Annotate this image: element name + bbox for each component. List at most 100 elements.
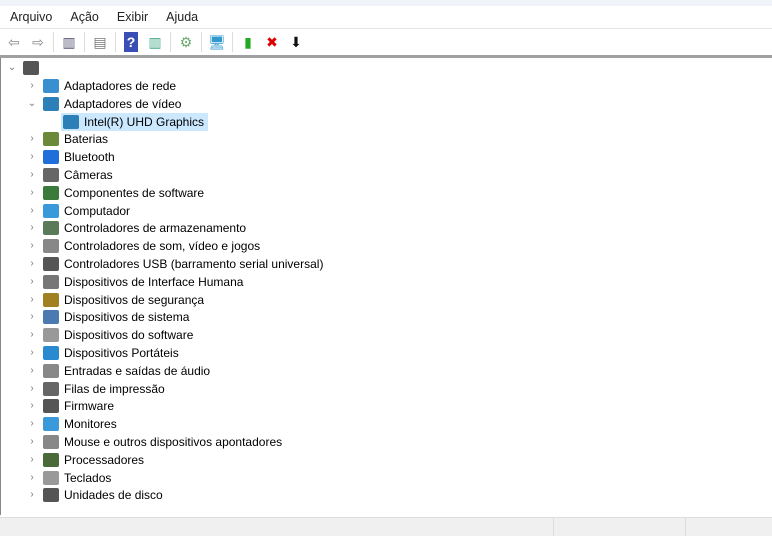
tree-item-label: Componentes de software xyxy=(64,185,205,200)
tree-item-label: Mouse e outros dispositivos apontadores xyxy=(64,435,283,449)
disk-drive-icon xyxy=(43,488,59,503)
toolbar-separator xyxy=(115,32,116,52)
expand-chevron[interactable]: › xyxy=(27,365,37,376)
status-divider xyxy=(553,518,554,536)
tree-item-label: Dispositivos Portáteis xyxy=(64,346,179,360)
expand-chevron[interactable]: › xyxy=(27,169,37,180)
expand-chevron[interactable]: › xyxy=(27,240,37,251)
system-device-icon xyxy=(43,310,59,325)
scan-hardware-icon[interactable]: 🖥 xyxy=(207,32,227,52)
expand-chevron[interactable]: › xyxy=(27,133,37,144)
tree-item[interactable]: Monitores xyxy=(41,415,121,433)
tree-item-label: Câmeras xyxy=(64,168,113,182)
menu-0[interactable]: Arquivo xyxy=(0,10,60,24)
tree-item[interactable]: Filas de impressão xyxy=(41,380,169,398)
expand-chevron[interactable]: › xyxy=(27,418,37,429)
tree-item[interactable]: Firmware xyxy=(41,397,118,415)
action-pane-icon[interactable]: ▥ xyxy=(145,32,165,52)
tree-item[interactable]: Dispositivos de Interface Humana xyxy=(41,273,247,291)
expand-chevron[interactable]: › xyxy=(27,294,37,305)
tree-item-label: Dispositivos de sistema xyxy=(64,310,190,325)
properties-icon[interactable]: ▤ xyxy=(90,32,110,52)
expand-chevron[interactable]: › xyxy=(27,472,37,483)
tree-item[interactable]: Controladores USB (barramento serial uni… xyxy=(41,255,327,273)
tree-item[interactable]: Teclados xyxy=(41,469,115,487)
menu-bar: Arquivo Ação Exibir Ajuda xyxy=(0,6,772,29)
expand-chevron[interactable]: › xyxy=(27,383,37,394)
tree-item[interactable] xyxy=(21,59,48,77)
status-bar xyxy=(0,517,772,536)
tree-item[interactable]: Câmeras xyxy=(41,166,117,184)
expand-chevron[interactable]: › xyxy=(27,454,37,465)
expand-chevron[interactable]: › xyxy=(27,151,37,162)
display-adapter-icon xyxy=(63,114,79,129)
download-icon[interactable]: ⬇ xyxy=(286,32,306,52)
tree-item[interactable]: Controladores de som, vídeo e jogos xyxy=(41,237,264,255)
tree-item-label: Adaptadores de rede xyxy=(64,79,177,93)
portable-device-icon xyxy=(43,346,59,360)
tree-item-label: Controladores de armazenamento xyxy=(64,221,247,236)
expand-chevron[interactable]: › xyxy=(27,222,37,233)
menu-2[interactable]: Exibir xyxy=(107,10,156,24)
tree-item[interactable]: Unidades de disco xyxy=(41,486,167,504)
tree-item[interactable]: Dispositivos de sistema xyxy=(41,308,193,326)
expand-chevron[interactable]: › xyxy=(27,258,37,269)
expand-chevron[interactable]: › xyxy=(27,347,37,358)
mouse-icon xyxy=(43,435,59,449)
tree-item-label: Monitores xyxy=(64,417,117,432)
tree-item[interactable]: Adaptadores de vídeo xyxy=(41,95,185,113)
expand-chevron[interactable]: › xyxy=(27,80,37,91)
uninstall-icon[interactable]: ✖ xyxy=(262,32,282,52)
expand-chevron[interactable]: › xyxy=(27,329,37,340)
tree-item[interactable]: Controladores de armazenamento xyxy=(41,219,250,237)
status-divider xyxy=(685,518,686,536)
expand-chevron[interactable]: › xyxy=(27,276,37,287)
tree-item[interactable]: Processadores xyxy=(41,451,148,469)
tree-item-label: Intel(R) UHD Graphics xyxy=(84,114,205,129)
show-hide-console-tree-icon[interactable]: ▥ xyxy=(59,32,79,52)
display-adapter-icon xyxy=(43,96,59,111)
hid-icon xyxy=(43,274,59,289)
expand-chevron[interactable]: › xyxy=(27,205,37,216)
tree-item[interactable]: Dispositivos de segurança xyxy=(41,291,208,309)
update-driver-icon[interactable]: ⚙ xyxy=(176,32,196,52)
tree-item-label: Entradas e saídas de áudio xyxy=(64,363,211,378)
tree-item-label: Bluetooth xyxy=(64,150,115,165)
expand-chevron[interactable]: › xyxy=(27,187,37,198)
tree-item-label: Dispositivos do software xyxy=(64,328,194,343)
expand-chevron[interactable]: › xyxy=(27,489,37,500)
tree-item[interactable]: Mouse e outros dispositivos apontadores xyxy=(41,433,286,451)
tree-item-label: Adaptadores de vídeo xyxy=(64,96,182,111)
tree-item[interactable]: Componentes de software xyxy=(41,184,208,202)
collapse-chevron[interactable]: ⌄ xyxy=(7,62,17,73)
tree-item[interactable]: Intel(R) UHD Graphics xyxy=(61,112,209,131)
toolbar-separator xyxy=(84,32,85,52)
tree-item-label: Unidades de disco xyxy=(64,488,163,503)
tree-item[interactable]: Bluetooth xyxy=(41,148,119,166)
monitor-icon xyxy=(43,417,59,432)
tree-item[interactable]: Computador xyxy=(41,202,134,220)
tree-item[interactable]: Adaptadores de rede xyxy=(41,77,180,95)
tree-item-label: Controladores USB (barramento serial uni… xyxy=(64,257,324,271)
back-arrow-icon[interactable]: ⇦ xyxy=(4,32,24,52)
expand-chevron[interactable]: › xyxy=(27,436,37,447)
tree-item-label: Computador xyxy=(64,203,131,218)
help-icon[interactable]: ? xyxy=(124,32,138,52)
bluetooth-icon xyxy=(43,150,59,165)
toolbar: ⇦ ⇨ ▥ ▤? ▥ ⚙ 🖥 ▮ ✖ ⬇ xyxy=(0,29,772,58)
forward-arrow-icon[interactable]: ⇨ xyxy=(28,32,48,52)
tree-item[interactable]: Dispositivos Portáteis xyxy=(41,344,183,362)
menu-3[interactable]: Ajuda xyxy=(156,10,206,24)
expand-chevron[interactable]: › xyxy=(27,311,37,322)
tree-item[interactable]: Dispositivos do software xyxy=(41,326,197,344)
collapse-chevron[interactable]: ⌄ xyxy=(27,98,37,109)
device-tree[interactable]: ⌄ › Adaptadores de rede ⌄ Adaptadores de víd… xyxy=(0,58,769,515)
tree-item[interactable]: Baterias xyxy=(41,130,112,148)
menu-1[interactable]: Ação xyxy=(60,10,107,24)
audio-io-icon xyxy=(43,363,59,378)
tree-item[interactable]: Entradas e saídas de áudio xyxy=(41,362,214,380)
expand-chevron[interactable]: › xyxy=(27,400,37,411)
firmware-icon xyxy=(43,399,59,414)
usb-icon xyxy=(43,257,59,271)
add-device-icon[interactable]: ▮ xyxy=(238,32,258,52)
